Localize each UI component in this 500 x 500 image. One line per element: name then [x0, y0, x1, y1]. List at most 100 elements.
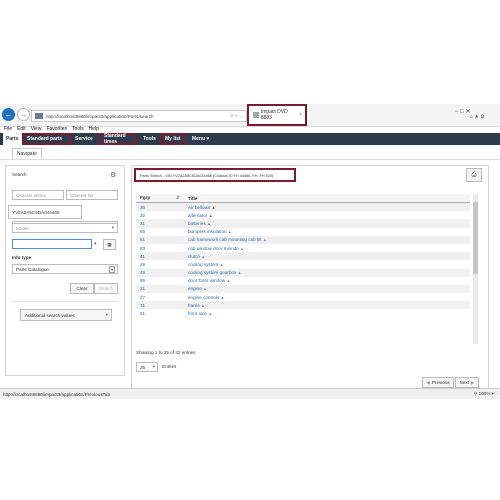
row-title[interactable]: cab window door minnde ▲ — [184, 244, 470, 252]
column-header-title[interactable]: Title — [184, 194, 470, 203]
row-code[interactable]: 31 — [136, 219, 184, 228]
row-title-text[interactable]: cab framework cab mounting cab tilt — [188, 237, 262, 242]
table-row[interactable]: 41 clutch ▲ — [136, 252, 470, 261]
menu-view[interactable]: View — [31, 126, 42, 133]
table-scrollbar[interactable] — [473, 194, 478, 344]
forward-button[interactable]: → — [17, 108, 30, 121]
row-title-text[interactable]: Air bellows — [188, 205, 210, 210]
row-title-text[interactable]: cooling system gearbox — [188, 270, 236, 275]
row-code[interactable]: 26 — [136, 260, 184, 268]
row-title[interactable]: cooling system ▲ — [184, 260, 470, 268]
chassis-no-input[interactable]: Chassis No — [66, 190, 118, 200]
row-code[interactable]: 85 — [136, 277, 184, 285]
row-code[interactable]: 21 — [136, 284, 184, 294]
zoom-control[interactable]: ⚲ 100% ▾ — [474, 391, 494, 397]
additional-search-values-button[interactable]: Additional search values ▾ — [20, 309, 112, 321]
tab-close-icon[interactable]: × — [299, 112, 302, 118]
nav-menu[interactable]: Menu ▾ — [189, 133, 212, 145]
row-title[interactable]: cooling system gearbox ▲ — [184, 268, 470, 277]
window-controls[interactable]: − □ ✕ — [455, 108, 471, 115]
nav-tools[interactable]: Tools — [140, 133, 159, 145]
row-code[interactable]: 61 — [136, 309, 184, 317]
menu-tools[interactable]: Tools — [72, 126, 84, 133]
nav-standard-parts[interactable]: Standard parts — [22, 133, 72, 145]
table-row[interactable]: 36 Air bellows ▲ — [136, 202, 470, 212]
model-select[interactable]: Model ▾ — [12, 223, 118, 233]
row-title[interactable]: engine ▲ — [184, 284, 470, 294]
row-title-text[interactable]: frame — [188, 303, 200, 308]
row-title[interactable]: cab framework cab mounting cab tilt ▲ — [184, 235, 470, 244]
table-row[interactable]: 21 engine ▲ — [136, 284, 470, 294]
row-code[interactable]: 83 — [136, 244, 184, 252]
nav-standard-times[interactable]: Standard times — [99, 133, 136, 145]
row-title-text[interactable]: engine — [188, 286, 202, 291]
row-title[interactable]: bumpers insulation ▲ — [184, 228, 470, 236]
row-title-text[interactable]: cab window door minnde — [188, 246, 239, 251]
table-row[interactable]: 83 cab window door minnde ▲ — [136, 244, 470, 252]
row-code[interactable]: 36 — [136, 202, 184, 212]
scan-icon[interactable]: ▦ — [103, 239, 116, 250]
info-type-select[interactable]: Parts Catalogue ▾ — [12, 264, 118, 274]
menu-help[interactable]: Help — [89, 126, 99, 133]
row-code[interactable]: 41 — [136, 252, 184, 261]
address-url[interactable]: http://localhost8880/impact3/application… — [46, 114, 154, 119]
row-code[interactable]: 71 — [136, 301, 184, 310]
table-row[interactable]: 71 frame ▲ — [136, 301, 470, 310]
menu-edit[interactable]: Edit — [17, 126, 26, 133]
nav-my-list[interactable]: My list — [160, 133, 186, 145]
row-title[interactable]: front axle ▲ — [184, 309, 470, 317]
nav-service[interactable]: Service — [72, 133, 96, 145]
table-row[interactable]: 61 front axle ▲ — [136, 309, 470, 317]
row-title[interactable]: frame ▲ — [184, 301, 470, 310]
scrollbar-thumb[interactable] — [473, 202, 478, 274]
table-row[interactable]: 86 bumpers insulation ▲ — [136, 228, 470, 236]
chassis-series-input[interactable]: Chassis series — [12, 190, 64, 200]
vin-input[interactable]: YV2A2A5C5DA044466 — [8, 205, 82, 219]
menu-favorites[interactable]: Favorites — [46, 126, 67, 133]
tab-navigate[interactable]: Navigate — [12, 148, 42, 159]
table-row[interactable]: 49 cooling system gearbox ▲ — [136, 268, 470, 277]
secondary-input[interactable] — [12, 239, 92, 249]
row-title-text[interactable]: engine controls — [188, 295, 219, 300]
previous-button[interactable]: ◀ Previous — [422, 377, 454, 388]
row-code[interactable]: 49 — [136, 268, 184, 277]
row-code[interactable]: 86 — [136, 228, 184, 236]
table-row[interactable]: 81 cab framework cab mounting cab tilt ▲ — [136, 235, 470, 244]
column-header-fgrp[interactable]: Fgrp ⇵ — [136, 194, 184, 203]
table-row[interactable]: 26 cooling system ▲ — [136, 260, 470, 268]
row-title[interactable]: Air bellows ▲ — [184, 202, 470, 212]
toolbar-icons[interactable]: ⌂ ★ ⚙ — [470, 114, 485, 120]
address-controls[interactable]: ⌕ − → — [231, 113, 247, 119]
row-title[interactable]: door Door window ▲ — [184, 277, 470, 285]
row-code[interactable]: 81 — [136, 235, 184, 244]
row-title-text[interactable]: cooling system — [188, 262, 218, 267]
table-row[interactable]: 85 door Door window ▲ — [136, 277, 470, 285]
table-row[interactable]: 32 alternator ▲ — [136, 211, 470, 219]
row-title-text[interactable]: batteries — [188, 221, 206, 226]
row-title[interactable]: engine controls ▲ — [184, 293, 470, 301]
row-title[interactable]: batteries ▲ — [184, 219, 470, 228]
row-title[interactable]: clutch ▲ — [184, 252, 470, 261]
next-button[interactable]: Next ▶ — [455, 377, 479, 388]
address-bar[interactable]: http://localhost8880/impact3/application… — [31, 110, 247, 122]
search-button[interactable]: Search — [94, 283, 118, 294]
row-title-text[interactable]: bumpers insulation — [188, 229, 227, 234]
table-row[interactable]: 31 batteries ▲ — [136, 219, 470, 228]
page-size-select[interactable]: 25 ▾ — [136, 362, 158, 372]
nav-parts[interactable]: Parts — [3, 133, 22, 145]
row-title-text[interactable]: front axle — [188, 311, 207, 316]
row-code[interactable]: 27 — [136, 293, 184, 301]
back-button[interactable]: ← — [2, 108, 15, 121]
row-title[interactable]: alternator ▲ — [184, 211, 470, 219]
row-title-text[interactable]: clutch — [188, 254, 200, 259]
row-code[interactable]: 32 — [136, 211, 184, 219]
print-icon[interactable]: ⎙ — [466, 168, 482, 182]
dropdown-toggle-icon[interactable]: ▾ — [94, 241, 97, 247]
clear-button[interactable]: Clear — [70, 283, 94, 294]
table-row[interactable]: 27 engine controls ▲ — [136, 293, 470, 301]
gear-icon[interactable]: ⚙ — [110, 171, 116, 179]
row-title-text[interactable]: alternator — [188, 213, 207, 218]
menu-file[interactable]: File — [4, 126, 12, 133]
row-title-text[interactable]: door Door window — [188, 278, 225, 283]
browser-tab-impact[interactable]: Impact DVD 8883 × — [247, 104, 307, 126]
